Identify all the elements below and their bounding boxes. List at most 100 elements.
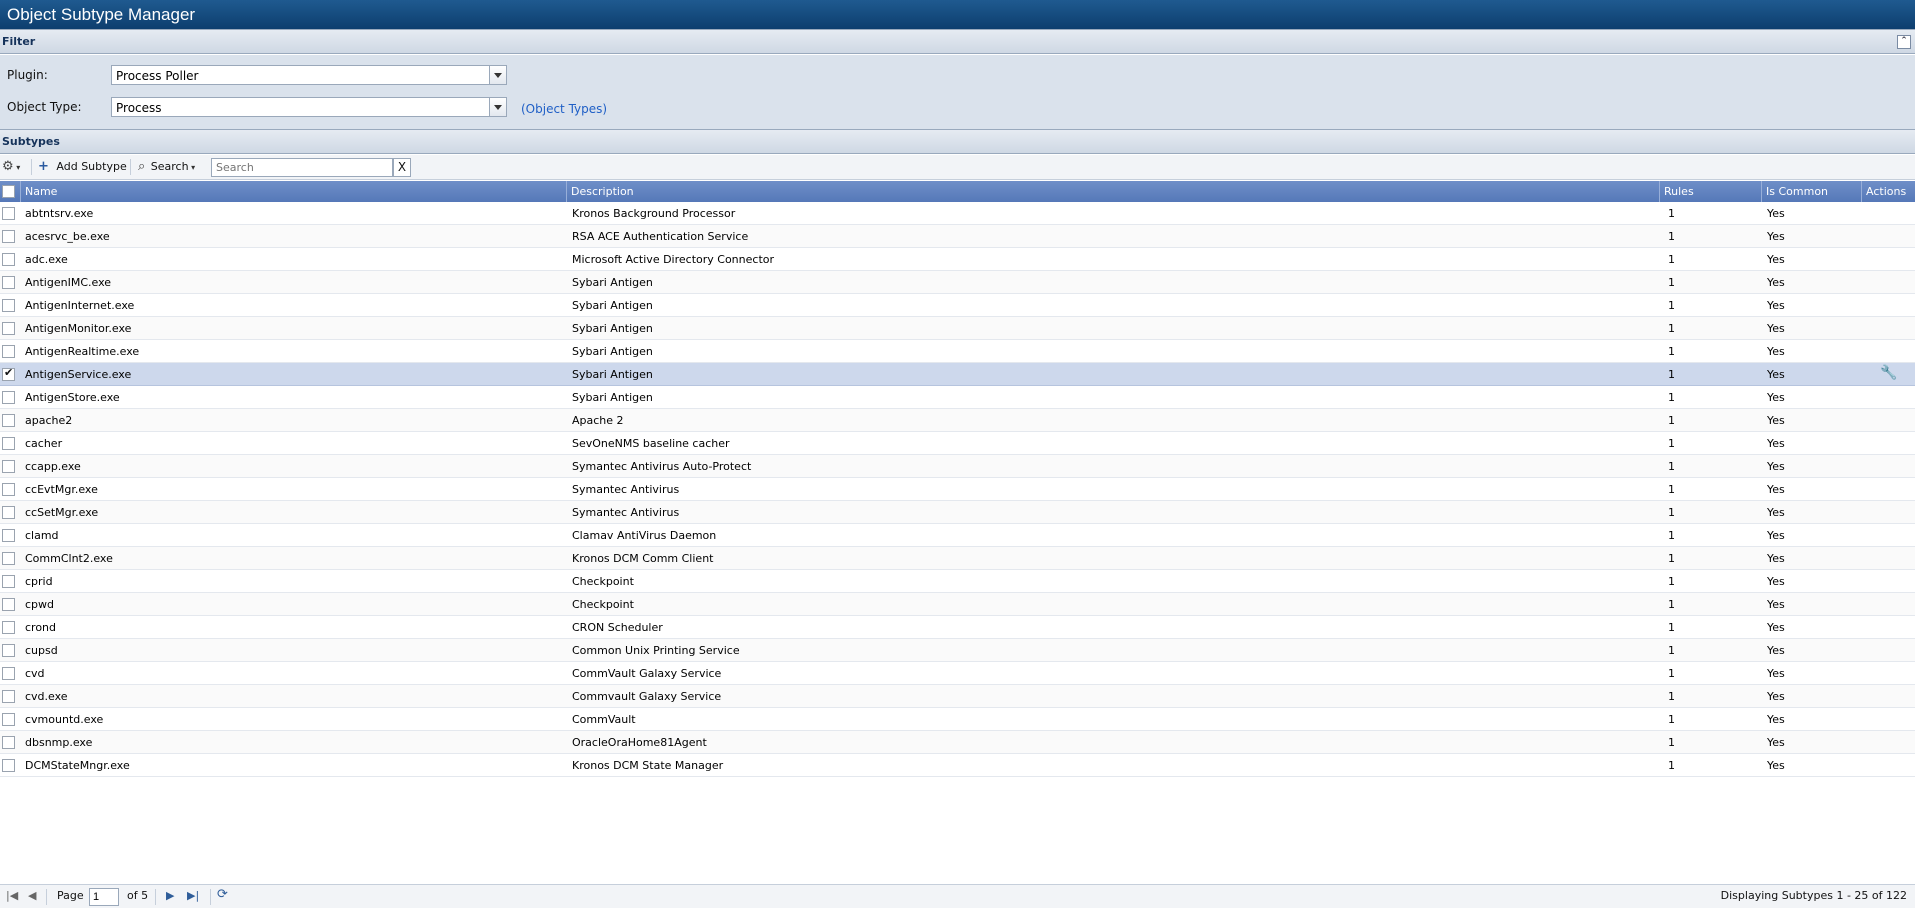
row-is-common: Yes <box>1767 713 1785 726</box>
row-checkbox[interactable] <box>2 667 15 680</box>
table-row[interactable]: ccapp.exe Symantec Antivirus Auto-Protect… <box>0 455 1915 478</box>
search-menu-button[interactable]: ⌕ Search ▾ <box>138 159 195 176</box>
row-checkbox[interactable] <box>2 437 15 450</box>
wrench-icon[interactable]: 🔧 <box>1880 365 1897 381</box>
row-checkbox[interactable] <box>2 529 15 542</box>
row-checkbox[interactable] <box>2 276 15 289</box>
row-checkbox[interactable] <box>2 391 15 404</box>
table-row[interactable]: cvd CommVault Galaxy Service 1 Yes <box>0 662 1915 685</box>
table-row[interactable]: ccSetMgr.exe Symantec Antivirus 1 Yes <box>0 501 1915 524</box>
row-checkbox[interactable] <box>2 207 15 220</box>
row-checkbox[interactable] <box>2 552 15 565</box>
table-row[interactable]: apache2 Apache 2 1 Yes <box>0 409 1915 432</box>
search-icon: ⌕ <box>138 159 146 174</box>
row-checkbox[interactable] <box>2 253 15 266</box>
column-header-description[interactable]: Description <box>567 181 1660 202</box>
row-checkbox[interactable] <box>2 322 15 335</box>
row-checkbox[interactable] <box>2 621 15 634</box>
first-page-icon[interactable]: |◀ <box>6 889 18 902</box>
table-row[interactable]: DCMStateMngr.exe Kronos DCM State Manager… <box>0 754 1915 777</box>
row-checkbox[interactable] <box>2 345 15 358</box>
table-row[interactable]: clamd Clamav AntiVirus Daemon 1 Yes <box>0 524 1915 547</box>
row-rules: 1 <box>1668 621 1675 634</box>
table-row[interactable]: cacher SevOneNMS baseline cacher 1 Yes <box>0 432 1915 455</box>
row-is-common: Yes <box>1767 759 1785 772</box>
object-type-label: Object Type: <box>7 100 82 114</box>
row-is-common: Yes <box>1767 207 1785 220</box>
object-types-link[interactable]: (Object Types) <box>521 102 607 116</box>
row-rules: 1 <box>1668 391 1675 404</box>
row-rules: 1 <box>1668 414 1675 427</box>
row-name: ccSetMgr.exe <box>25 506 99 519</box>
table-row[interactable]: AntigenStore.exe Sybari Antigen 1 Yes <box>0 386 1915 409</box>
row-checkbox[interactable] <box>2 575 15 588</box>
row-checkbox[interactable] <box>2 506 15 519</box>
row-checkbox[interactable] <box>2 299 15 312</box>
column-header-is-common[interactable]: Is Common <box>1762 181 1862 202</box>
table-row[interactable]: cvmountd.exe CommVault 1 Yes <box>0 708 1915 731</box>
row-description: Kronos DCM State Manager <box>572 759 724 772</box>
table-row[interactable]: dbsnmp.exe OracleOraHome81Agent 1 Yes <box>0 731 1915 754</box>
pager-divider <box>210 889 211 905</box>
table-row[interactable]: adc.exe Microsoft Active Directory Connec… <box>0 248 1915 271</box>
table-row[interactable]: AntigenRealtime.exe Sybari Antigen 1 Yes <box>0 340 1915 363</box>
collapse-icon[interactable]: ⌃ <box>1897 35 1911 49</box>
table-row[interactable]: abtntsrv.exe Kronos Background Processor 1… <box>0 202 1915 225</box>
table-row[interactable]: AntigenService.exe Sybari Antigen 1 Yes 🔧 <box>0 363 1915 386</box>
row-rules: 1 <box>1668 460 1675 473</box>
select-all-checkbox[interactable] <box>2 185 15 198</box>
previous-page-icon[interactable]: ◀ <box>28 889 36 902</box>
row-description: RSA ACE Authentication Service <box>572 230 749 243</box>
row-rules: 1 <box>1668 299 1675 312</box>
row-is-common: Yes <box>1767 644 1785 657</box>
table-row[interactable]: AntigenMonitor.exe Sybari Antigen 1 Yes <box>0 317 1915 340</box>
table-row[interactable]: AntigenIMC.exe Sybari Antigen 1 Yes <box>0 271 1915 294</box>
column-header-actions[interactable]: Actions <box>1862 181 1915 202</box>
table-row[interactable]: AntigenInternet.exe Sybari Antigen 1 Yes <box>0 294 1915 317</box>
add-subtype-button[interactable]: + Add Subtype <box>38 159 127 176</box>
clear-search-button[interactable]: X <box>393 158 411 177</box>
table-row[interactable]: cupsd Common Unix Printing Service 1 Yes <box>0 639 1915 662</box>
row-rules: 1 <box>1668 736 1675 749</box>
table-row[interactable]: cvd.exe Commvault Galaxy Service 1 Yes <box>0 685 1915 708</box>
row-rules: 1 <box>1668 483 1675 496</box>
page-number-input[interactable] <box>89 888 119 906</box>
row-checkbox[interactable] <box>2 713 15 726</box>
row-checkbox[interactable] <box>2 414 15 427</box>
table-row[interactable]: cpwd Checkpoint 1 Yes <box>0 593 1915 616</box>
table-row[interactable]: cprid Checkpoint 1 Yes <box>0 570 1915 593</box>
row-checkbox[interactable] <box>2 736 15 749</box>
search-input[interactable] <box>211 158 393 177</box>
pager-divider <box>46 889 47 905</box>
table-row[interactable]: ccEvtMgr.exe Symantec Antivirus 1 Yes <box>0 478 1915 501</box>
add-subtype-label: Add Subtype <box>56 160 127 173</box>
settings-menu-button[interactable]: ⚙ ▾ <box>2 159 20 176</box>
row-checkbox[interactable] <box>2 366 15 381</box>
table-row[interactable]: acesrvc_be.exe RSA ACE Authentication Ser… <box>0 225 1915 248</box>
row-rules: 1 <box>1668 437 1675 450</box>
column-header-rules[interactable]: Rules <box>1660 181 1762 202</box>
plugin-select-value: Process Poller <box>116 69 199 83</box>
refresh-icon[interactable]: ⟳ <box>217 887 228 902</box>
next-page-icon[interactable]: ▶ <box>166 889 174 902</box>
row-checkbox[interactable] <box>2 598 15 611</box>
chevron-down-icon[interactable] <box>489 98 506 116</box>
column-header-name[interactable]: Name <box>21 181 567 202</box>
plugin-select[interactable]: Process Poller <box>111 65 507 85</box>
row-checkbox[interactable] <box>2 759 15 772</box>
row-description: CRON Scheduler <box>572 621 663 634</box>
last-page-icon[interactable]: ▶| <box>187 889 199 902</box>
row-is-common: Yes <box>1767 391 1785 404</box>
object-type-select[interactable]: Process <box>111 97 507 117</box>
row-description: Sybari Antigen <box>572 322 653 335</box>
row-checkbox[interactable] <box>2 483 15 496</box>
table-row[interactable]: CommClnt2.exe Kronos DCM Comm Client 1 Yes <box>0 547 1915 570</box>
row-checkbox[interactable] <box>2 644 15 657</box>
row-checkbox[interactable] <box>2 460 15 473</box>
row-rules: 1 <box>1668 368 1675 381</box>
table-row[interactable]: crond CRON Scheduler 1 Yes <box>0 616 1915 639</box>
row-checkbox[interactable] <box>2 230 15 243</box>
chevron-down-icon[interactable] <box>489 66 506 84</box>
row-checkbox[interactable] <box>2 690 15 703</box>
row-is-common: Yes <box>1767 529 1785 542</box>
